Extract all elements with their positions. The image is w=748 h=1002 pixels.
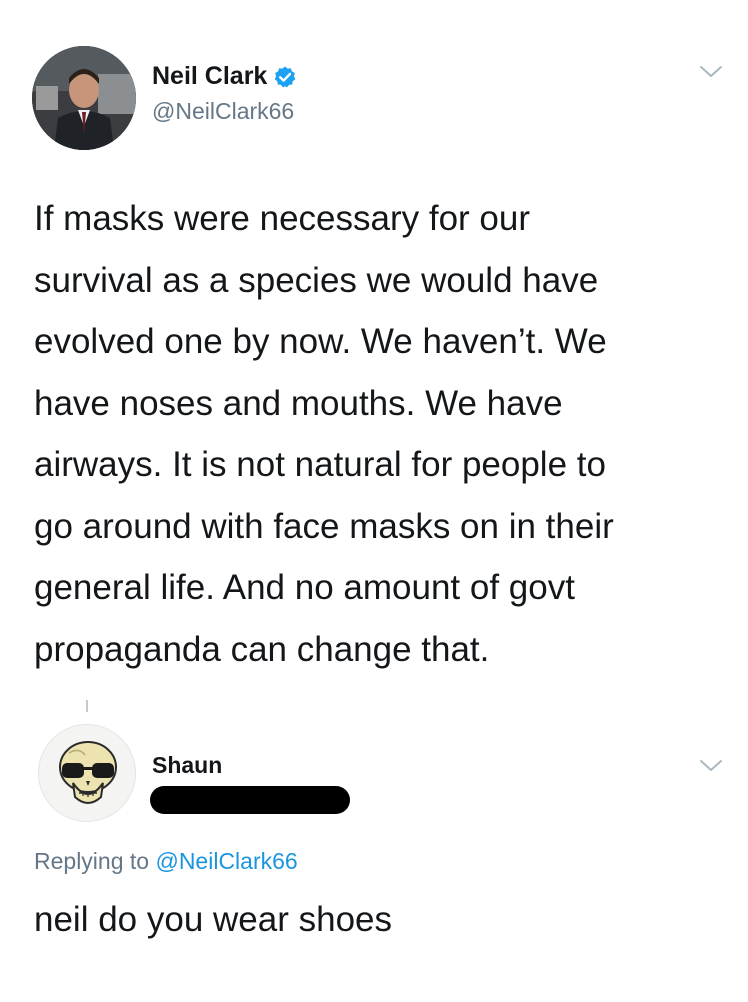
chevron-down-icon[interactable]	[698, 758, 724, 774]
verified-badge-icon	[273, 65, 297, 89]
author-display-name[interactable]: Neil Clark	[152, 62, 267, 91]
reply-text: neil do you wear shoes	[34, 900, 392, 939]
shaun-avatar[interactable]	[38, 724, 136, 822]
chevron-down-icon[interactable]	[698, 64, 724, 80]
replying-to-prefix: Replying to	[34, 848, 156, 874]
tweet-text: If masks were necessary for our survival…	[34, 199, 614, 669]
author-name-row[interactable]: Neil Clark	[152, 62, 297, 91]
redacted-handle	[150, 786, 350, 814]
reply-author-name[interactable]: Shaun	[152, 752, 222, 779]
neil-clark-avatar[interactable]	[32, 46, 136, 150]
replying-to-line: Replying to @NeilClark66	[34, 848, 298, 875]
replying-to-mention[interactable]: @NeilClark66	[155, 848, 297, 874]
author-handle[interactable]: @NeilClark66	[152, 98, 294, 125]
thread-connector	[86, 700, 88, 712]
original-tweet: Neil Clark @NeilClark66 If masks were ne…	[0, 0, 748, 700]
